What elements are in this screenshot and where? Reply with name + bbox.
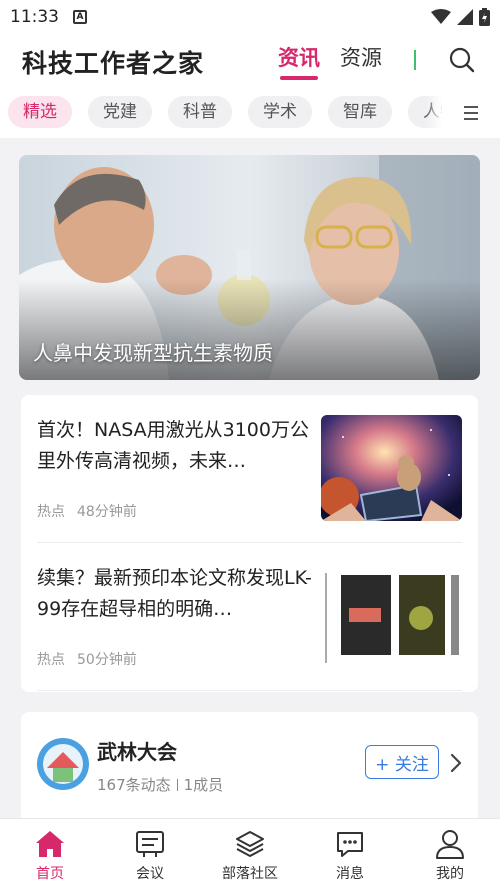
wifi-icon [431, 9, 451, 24]
news-title: 续集？最新预印本论文称发现LK-99存在超导相的明确… [37, 567, 312, 620]
space-cat-image [321, 415, 462, 521]
chip-academic[interactable]: 学术 [248, 96, 312, 128]
community-logo-icon [37, 738, 89, 790]
nav-label: 我的 [436, 866, 464, 882]
nav-meeting[interactable]: 会议 [100, 819, 200, 888]
top-tabs: 资讯 资源 [278, 42, 382, 78]
chip-science[interactable]: 科普 [168, 96, 232, 128]
nav-label: 首页 [36, 866, 64, 882]
nav-messages[interactable]: 消息 [300, 819, 400, 888]
menu-icon [464, 106, 478, 120]
news-time: 48分钟前 [77, 504, 137, 520]
nav-profile[interactable]: 我的 [400, 819, 500, 888]
nav-label: 消息 [336, 866, 364, 882]
community-card[interactable]: 武林大会 167条动态 1成员 + 关注 [21, 712, 478, 822]
news-tag: 热点 [37, 652, 65, 668]
chip-party[interactable]: 党建 [88, 96, 152, 128]
chip-thinktank[interactable]: 智库 [328, 96, 392, 128]
community-name: 武林大会 [97, 740, 177, 764]
bottom-nav: 首页 会议 部落社区 消息 我的 [0, 818, 500, 888]
tab-news[interactable]: 资讯 [278, 42, 320, 78]
news-thumbnail [321, 415, 462, 521]
category-bar: 精选 党建 科普 学术 智库 人物 [0, 88, 500, 138]
battery-icon [479, 8, 490, 26]
news-tag: 热点 [37, 504, 65, 520]
home-icon [36, 831, 64, 857]
follow-button[interactable]: + 关注 [365, 745, 439, 779]
layers-icon [236, 831, 264, 857]
nav-community[interactable]: 部落社区 [200, 819, 300, 888]
search-button[interactable] [448, 46, 476, 74]
tab-resources[interactable]: 资源 [340, 42, 382, 78]
list-item[interactable]: 首次！NASA用激光从3100万公里外传高清视频，未来… 热点 48分钟前 [37, 395, 462, 543]
meeting-icon [136, 831, 164, 857]
community-posts: 167条动态 [97, 776, 171, 794]
search-icon [449, 47, 475, 73]
brand-logo: 科技工作者之家 [22, 49, 205, 78]
category-chips: 精选 党建 科普 学术 智库 人物 [8, 96, 472, 128]
app-header: 科技工作者之家 资讯 资源 [0, 34, 500, 88]
status-time: 11:33 [10, 7, 59, 27]
user-icon [436, 830, 464, 859]
hero-title: 人鼻中发现新型抗生素物质 [33, 341, 273, 365]
community-avatar [37, 738, 89, 790]
news-thumbnail [321, 563, 462, 669]
community-members: 1成员 [183, 776, 224, 794]
community-stats: 167条动态 1成员 [97, 774, 223, 795]
category-menu-button[interactable] [442, 88, 500, 138]
signal-icon [457, 9, 473, 25]
chat-icon [337, 832, 363, 857]
header-divider [414, 50, 416, 70]
news-list: 首次！NASA用激光从3100万公里外传高清视频，未来… 热点 48分钟前 续集… [21, 395, 478, 692]
stats-divider [176, 778, 178, 791]
status-bar: 11:33 A [0, 0, 500, 34]
nav-label: 会议 [136, 866, 164, 882]
news-divider [37, 690, 462, 691]
status-icons [431, 8, 490, 26]
nav-label: 部落社区 [222, 866, 278, 882]
news-meta: 热点 50分钟前 [37, 649, 137, 669]
chip-featured[interactable]: 精选 [8, 96, 72, 128]
nav-home[interactable]: 首页 [0, 819, 100, 888]
hero-banner[interactable]: 人鼻中发现新型抗生素物质 [19, 155, 480, 380]
chevron-right-icon[interactable] [449, 752, 463, 774]
list-item[interactable]: 续集？最新预印本论文称发现LK-99存在超导相的明确… 热点 50分钟前 [37, 543, 462, 691]
news-time: 50分钟前 [77, 652, 137, 668]
app-notification-icon: A [73, 10, 87, 24]
news-title: 首次！NASA用激光从3100万公里外传高清视频，未来… [37, 419, 309, 472]
lk99-experiment-image [321, 563, 462, 669]
news-meta: 热点 48分钟前 [37, 501, 137, 521]
